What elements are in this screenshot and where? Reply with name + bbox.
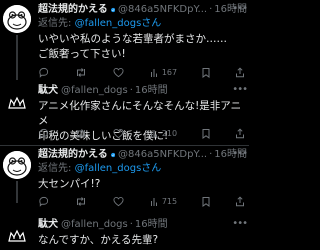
reply-prefix: 返信先: (38, 163, 75, 174)
like-icon (113, 128, 124, 138)
reply-icon (39, 67, 49, 78)
author-handle[interactable]: @fallen_dogs (61, 84, 128, 98)
frog-avatar[interactable] (3, 151, 31, 179)
verified-icon (110, 7, 116, 13)
more-icon[interactable]: ••• (232, 84, 248, 96)
more-icon[interactable]: ••• (232, 218, 248, 230)
views-icon (150, 129, 157, 138)
like-button[interactable] (113, 127, 126, 139)
retweet-icon (76, 67, 85, 77)
bookmark-icon (202, 128, 210, 139)
dog-avatar[interactable] (3, 88, 31, 116)
author-name[interactable]: 駄犬 (38, 218, 58, 232)
reply-handle-link[interactable]: @fallen_dogsさん (75, 163, 162, 174)
reply-to-line: 返信先: @fallen_dogsさん (38, 162, 247, 176)
like-button[interactable] (113, 66, 126, 78)
separator-dot: · (209, 4, 213, 15)
separator-dot: · (209, 149, 213, 160)
retweet-icon (76, 128, 85, 138)
retweet-button[interactable] (75, 127, 89, 139)
thread-line (16, 181, 18, 203)
share-icon (235, 128, 244, 138)
reply-button[interactable] (38, 66, 51, 78)
reply-handle-link[interactable]: @fallen_dogsさん (75, 18, 162, 29)
reply-to-line: 返信先: @fallen_dogsさん (38, 17, 247, 31)
bookmark-button[interactable] (201, 66, 211, 78)
share-icon (235, 67, 244, 77)
views-count: 167 (161, 67, 178, 77)
share-button[interactable] (235, 66, 245, 78)
timestamp[interactable]: 16時間 (135, 218, 168, 232)
frog-avatar[interactable] (3, 5, 31, 33)
tweet-text: いやいや私のような若輩者がまさか…… ご飯奢って下さい! (38, 33, 227, 60)
timestamp[interactable]: 16時間 (135, 84, 168, 98)
tweet-4[interactable]: 駄犬 @fallen_dogs · 16時間 ••• なんですか、かえる先輩? (0, 204, 249, 250)
thread-line (16, 35, 18, 80)
tweet-2[interactable]: 駄犬 @fallen_dogs · 16時間 ••• アニメ化作家さんにそんなそ… (0, 82, 249, 142)
dog-avatar[interactable] (3, 221, 31, 249)
share-button[interactable] (235, 127, 245, 139)
separator-dot: · (129, 219, 133, 230)
views-icon (150, 68, 157, 77)
more-icon[interactable]: ••• (232, 148, 248, 160)
tweet-text: 大センパイ!? (38, 178, 101, 190)
tweet-3[interactable]: 超法規的かえる @846a5NFKDpY... · 16時間 ••• 返信先: … (0, 146, 249, 207)
author-name[interactable]: 超法規的かえる (38, 148, 108, 162)
author-handle[interactable]: @fallen_dogs (61, 218, 128, 232)
views-button[interactable]: 167 (150, 66, 177, 78)
more-icon[interactable]: ••• (232, 3, 248, 15)
separator-dot: · (129, 85, 133, 96)
author-handle[interactable]: @846a5NFKDpY... (118, 3, 207, 17)
like-icon (113, 67, 124, 77)
author-handle[interactable]: @846a5NFKDpY... (118, 148, 207, 162)
reply-button[interactable] (38, 127, 51, 139)
tweet-text: なんですか、かえる先輩? (38, 234, 159, 246)
author-name[interactable]: 超法規的かえる (38, 3, 108, 17)
author-name[interactable]: 駄犬 (38, 84, 58, 98)
retweet-button[interactable] (75, 66, 89, 78)
views-button[interactable]: 210 (150, 127, 177, 139)
reply-icon (39, 128, 49, 139)
views-count: 210 (161, 128, 178, 138)
reply-prefix: 返信先: (38, 18, 75, 29)
bookmark-icon (202, 67, 210, 78)
bookmark-button[interactable] (201, 127, 211, 139)
tweet-1[interactable]: 超法規的かえる @846a5NFKDpY... · 16時間 ••• 返信先: … (0, 0, 249, 82)
verified-icon (110, 152, 116, 158)
